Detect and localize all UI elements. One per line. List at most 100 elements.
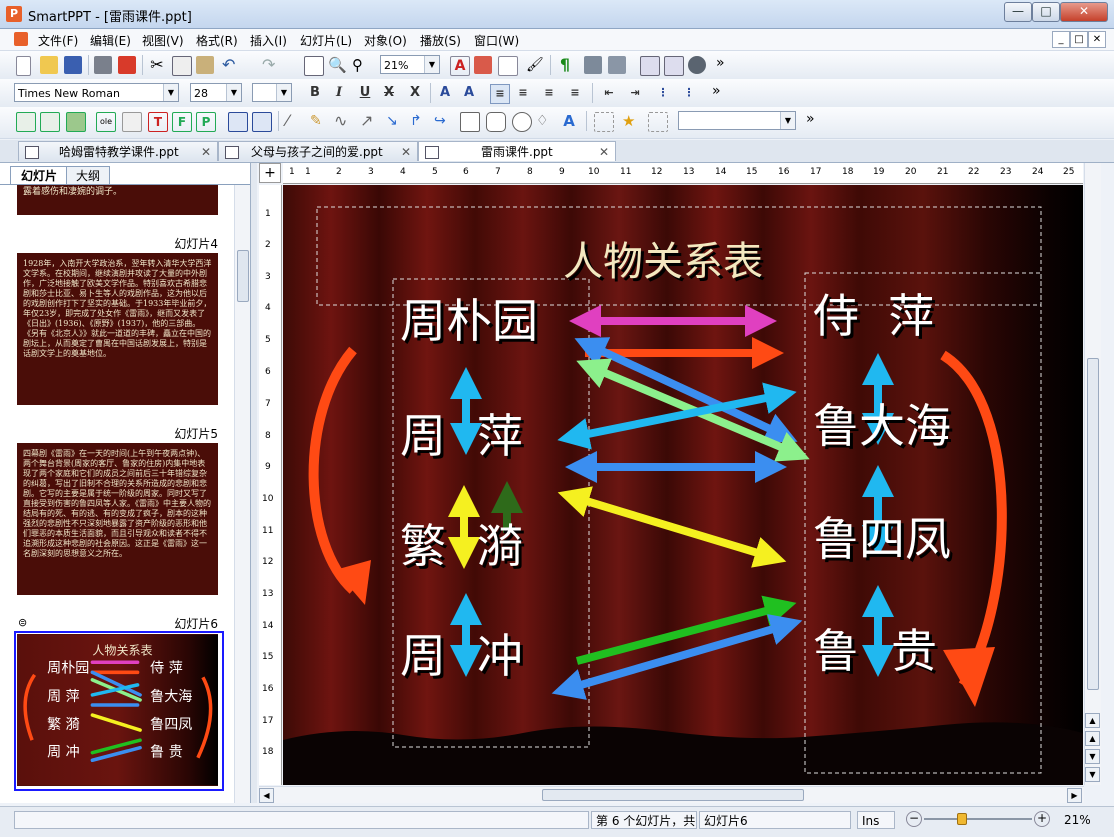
curve-icon[interactable]: ∿ <box>334 112 352 130</box>
chart-icon[interactable] <box>474 56 492 74</box>
scroll-next-icon[interactable]: ▼ <box>1085 749 1100 764</box>
doc-close-button[interactable]: ✕ <box>1088 31 1106 48</box>
overflow-icon[interactable]: » <box>806 111 815 127</box>
zoom-in-icon[interactable]: + <box>1034 811 1050 827</box>
chevron-down-icon[interactable]: ▼ <box>163 84 178 101</box>
chevron-down-icon[interactable]: ▼ <box>276 84 291 101</box>
select-icon[interactable] <box>16 112 36 132</box>
menu-window[interactable]: 窗口(W) <box>474 32 519 49</box>
italic-button[interactable]: I <box>330 84 348 102</box>
chevron-down-icon[interactable]: ▼ <box>226 84 241 101</box>
overflow-icon[interactable]: » <box>716 55 725 71</box>
shape-style-combo[interactable]: ▼ <box>678 111 796 130</box>
clear-format-button[interactable]: X <box>406 84 424 102</box>
search-icon[interactable]: ⚲ <box>352 56 370 74</box>
scroll-bottom-icon[interactable]: ▼ <box>1085 767 1100 782</box>
group-icon[interactable] <box>228 112 248 132</box>
open-icon[interactable] <box>40 56 58 74</box>
menu-format[interactable]: 格式(R) <box>196 32 238 49</box>
undo-icon[interactable]: ↶ <box>222 56 240 74</box>
menu-slide[interactable]: 幻灯片(L) <box>300 32 352 49</box>
pdf-icon[interactable] <box>118 56 136 74</box>
overflow-icon[interactable]: » <box>712 83 721 99</box>
spell-icon[interactable] <box>584 56 602 74</box>
indent-icon[interactable]: ⇤ <box>600 84 618 102</box>
main-horizontal-scrollbar[interactable]: ◀ ▶ <box>259 786 1084 803</box>
tab-parents[interactable]: 父母与孩子之间的爱.ppt ✕ <box>218 141 418 161</box>
slide-canvas[interactable]: 人物关系表 周朴园 周 萍 繁 漪 周 冲 侍 萍 鲁大海 鲁四凤 鲁 贵 <box>283 185 1083 785</box>
arrow-icon[interactable]: ↗ <box>360 112 378 130</box>
cut-icon[interactable]: ✂ <box>148 56 166 74</box>
new-icon[interactable] <box>16 56 31 76</box>
align-left-icon[interactable]: ≡ <box>490 84 510 104</box>
menu-view[interactable]: 视图(V) <box>142 32 184 49</box>
frame-icon[interactable] <box>640 56 660 76</box>
align-center-icon[interactable]: ≡ <box>514 84 532 102</box>
textbox-icon[interactable] <box>40 112 60 132</box>
menu-file[interactable]: 文件(F) <box>38 32 78 49</box>
image-icon[interactable] <box>66 112 86 132</box>
main-vertical-scrollbar[interactable]: ▲ ▲ ▼ ▼ <box>1084 163 1101 785</box>
crop-icon[interactable] <box>594 112 614 132</box>
ellipse-icon[interactable] <box>512 112 532 132</box>
paragraph-icon[interactable]: ¶ <box>556 56 574 74</box>
underline-button[interactable]: U <box>356 84 374 102</box>
slide-thumbnail-6[interactable]: 人物关系表 周朴园 侍 萍 周 萍 鲁大海 繁 漪 鲁四凤 周 冲 鲁 贵 <box>17 634 218 786</box>
formula-icon[interactable]: F <box>172 112 192 132</box>
scroll-right-icon[interactable]: ▶ <box>1067 788 1082 803</box>
frame-icon[interactable] <box>122 112 142 132</box>
paste-icon[interactable] <box>196 56 214 74</box>
rounded-rectangle-icon[interactable] <box>486 112 506 132</box>
wordart-icon[interactable]: A <box>560 112 578 130</box>
bold-button[interactable]: B <box>306 84 324 102</box>
menu-play[interactable]: 播放(S) <box>420 32 461 49</box>
zoom-slider[interactable] <box>924 818 1032 820</box>
text-color-icon[interactable]: A <box>450 56 470 76</box>
slide-thumbnail-4[interactable]: 1928年，入南开大学政治系，翌年转入清华大学西洋文学系。在校期间，继续演剧并攻… <box>17 253 218 405</box>
list-icon[interactable] <box>498 56 518 76</box>
bullet-list-icon[interactable]: ⋮ <box>654 84 672 102</box>
slide-thumbnail-5[interactable]: 四幕剧《雷雨》在一天的时间(上午到午夜两点钟)、两个舞台背景(周家的客厅、鲁家的… <box>17 443 218 595</box>
table-icon[interactable] <box>304 56 324 76</box>
tab-outline[interactable]: 大纲 <box>66 166 110 185</box>
number-list-icon[interactable]: ⋮ <box>680 84 698 102</box>
effects-icon[interactable] <box>648 112 668 132</box>
scroll-thumb[interactable] <box>1087 358 1099 690</box>
text-frame-icon[interactable]: T <box>148 112 168 132</box>
pen-icon[interactable]: ✎ <box>310 112 328 130</box>
close-icon[interactable]: ✕ <box>401 142 411 162</box>
ungroup-icon[interactable] <box>252 112 272 132</box>
stack-icon[interactable] <box>688 56 706 74</box>
tab-hamlet[interactable]: 哈姆雷特教学课件.ppt ✕ <box>18 141 218 161</box>
maximize-button[interactable]: □ <box>1032 2 1060 22</box>
style-combo[interactable]: ▼ <box>252 83 292 102</box>
align-right-icon[interactable]: ≡ <box>540 84 558 102</box>
connector-icon[interactable]: ↘ <box>386 112 404 130</box>
scroll-left-icon[interactable]: ◀ <box>259 788 274 803</box>
curved-connector-icon[interactable]: ↪ <box>434 112 452 130</box>
side-scrollbar[interactable] <box>234 185 250 803</box>
page-icon[interactable] <box>664 56 684 76</box>
brush-icon[interactable]: 🖌 <box>526 56 544 74</box>
chevron-down-icon[interactable]: ▼ <box>780 112 795 129</box>
menu-object[interactable]: 对象(O) <box>364 32 407 49</box>
scroll-prev-icon[interactable]: ▲ <box>1085 731 1100 746</box>
save-icon[interactable] <box>64 56 82 74</box>
doc-minimize-button[interactable]: _ <box>1052 31 1070 48</box>
tab-slides[interactable]: 幻灯片 <box>10 166 68 185</box>
ole-icon[interactable]: ole <box>96 112 116 132</box>
paragraph-frame-icon[interactable]: P <box>196 112 216 132</box>
menu-insert[interactable]: 插入(I) <box>250 32 287 49</box>
shapes-icon[interactable]: ♢ <box>536 112 554 130</box>
zoom-out-icon[interactable]: − <box>906 811 922 827</box>
redo-icon[interactable]: ↷ <box>262 56 280 74</box>
close-icon[interactable]: ✕ <box>201 142 211 162</box>
close-icon[interactable]: ✕ <box>599 142 609 162</box>
size-combo[interactable]: 28 ▼ <box>190 83 242 102</box>
minimize-button[interactable]: — <box>1004 2 1032 22</box>
scroll-top-icon[interactable]: ▲ <box>1085 713 1100 728</box>
justify-icon[interactable]: ≡ <box>566 84 584 102</box>
scroll-thumb[interactable] <box>237 250 249 302</box>
line-icon[interactable]: ⁄ <box>286 112 304 130</box>
menu-edit[interactable]: 编辑(E) <box>90 32 131 49</box>
